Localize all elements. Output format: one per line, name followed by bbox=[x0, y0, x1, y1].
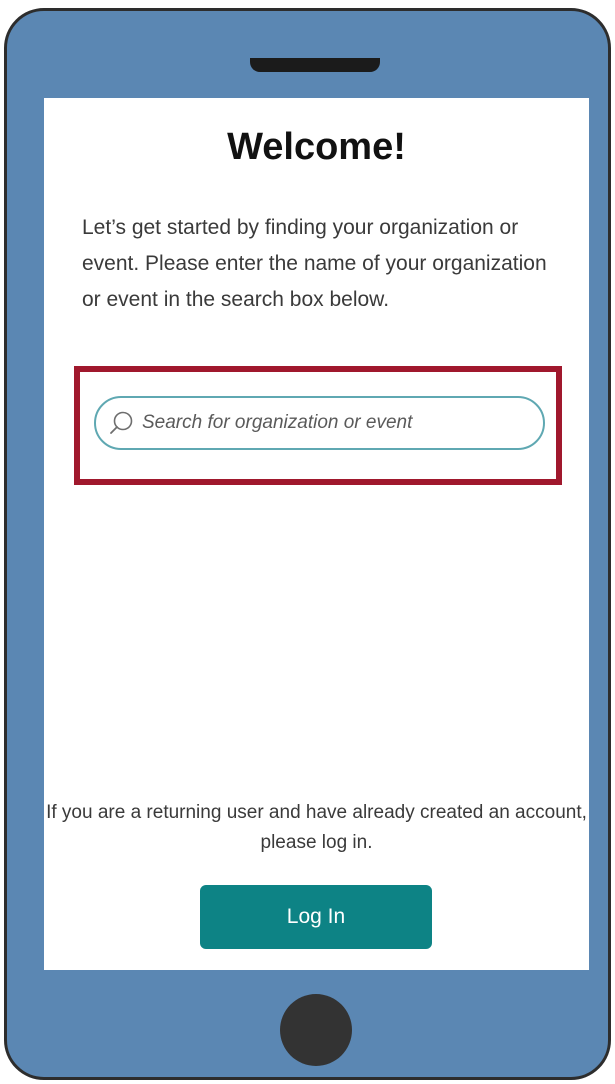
search-highlight-box bbox=[74, 366, 562, 485]
home-button[interactable] bbox=[280, 994, 352, 1066]
app-screen: Welcome! Let’s get started by finding yo… bbox=[44, 98, 589, 970]
phone-frame: Welcome! Let’s get started by finding yo… bbox=[4, 8, 611, 1080]
search-icon bbox=[108, 410, 134, 436]
intro-text: Let’s get started by finding your organi… bbox=[82, 216, 547, 311]
page-title: Welcome! bbox=[227, 126, 406, 168]
login-button[interactable]: Log In bbox=[200, 885, 432, 949]
phone-speaker bbox=[250, 58, 380, 72]
search-input[interactable] bbox=[142, 412, 522, 434]
search-bar[interactable] bbox=[94, 396, 545, 450]
returning-user-text: If you are a returning user and have alr… bbox=[46, 802, 587, 853]
